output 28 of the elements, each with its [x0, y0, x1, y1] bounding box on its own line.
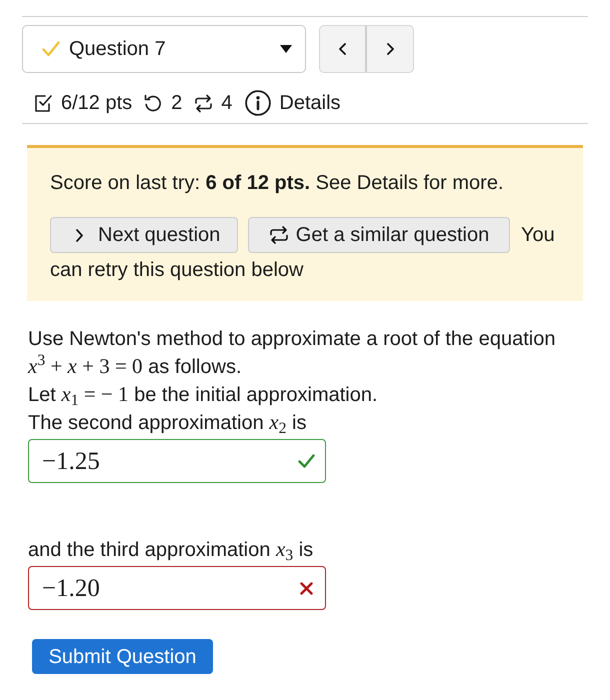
- submit-button[interactable]: Submit Question: [32, 639, 213, 674]
- retry-note: can retry this question below: [50, 258, 304, 283]
- info-icon: [245, 90, 272, 116]
- chevron-right-icon: [386, 43, 394, 55]
- versions-count: 4: [221, 91, 232, 116]
- answer-field[interactable]: −1.20: [28, 566, 326, 610]
- score-message: Score on last try: 6 of 12 pts. See Details for more.: [50, 171, 505, 196]
- checkbox-icon: [34, 94, 53, 112]
- previous-button[interactable]: [319, 25, 367, 73]
- similar-question-button[interactable]: Get a similar question: [248, 217, 510, 253]
- repeat-icon: [194, 94, 214, 112]
- retry-note: You: [521, 222, 555, 248]
- details-button[interactable]: Details: [245, 88, 341, 118]
- question-text: Use Newton's method to approximate a root of the equation x$^{3}$ + x + 3 = 0 as follows.: [28, 327, 556, 380]
- question-text: Let x$_{1}$ = − 1 be the initial approximation.: [28, 381, 379, 409]
- question-text: The second approximation x$_{2}$ is: [28, 409, 308, 437]
- chevron-left-icon: [339, 43, 346, 55]
- next-button[interactable]: [367, 25, 414, 73]
- undo-icon: [144, 94, 164, 112]
- repeat-icon: [268, 225, 289, 245]
- question-select[interactable]: Question 7: [22, 25, 306, 73]
- retries-count: 2: [171, 91, 182, 116]
- answer-field[interactable]: −1.25: [28, 439, 326, 483]
- chevron-right-icon: [76, 228, 83, 242]
- question-text: and the third approximation x$_{3}$ is: [28, 536, 314, 564]
- points-text: 6/12 pts: [61, 91, 132, 116]
- caret-down-icon: [280, 45, 292, 53]
- next-question-button[interactable]: Next question: [50, 217, 238, 253]
